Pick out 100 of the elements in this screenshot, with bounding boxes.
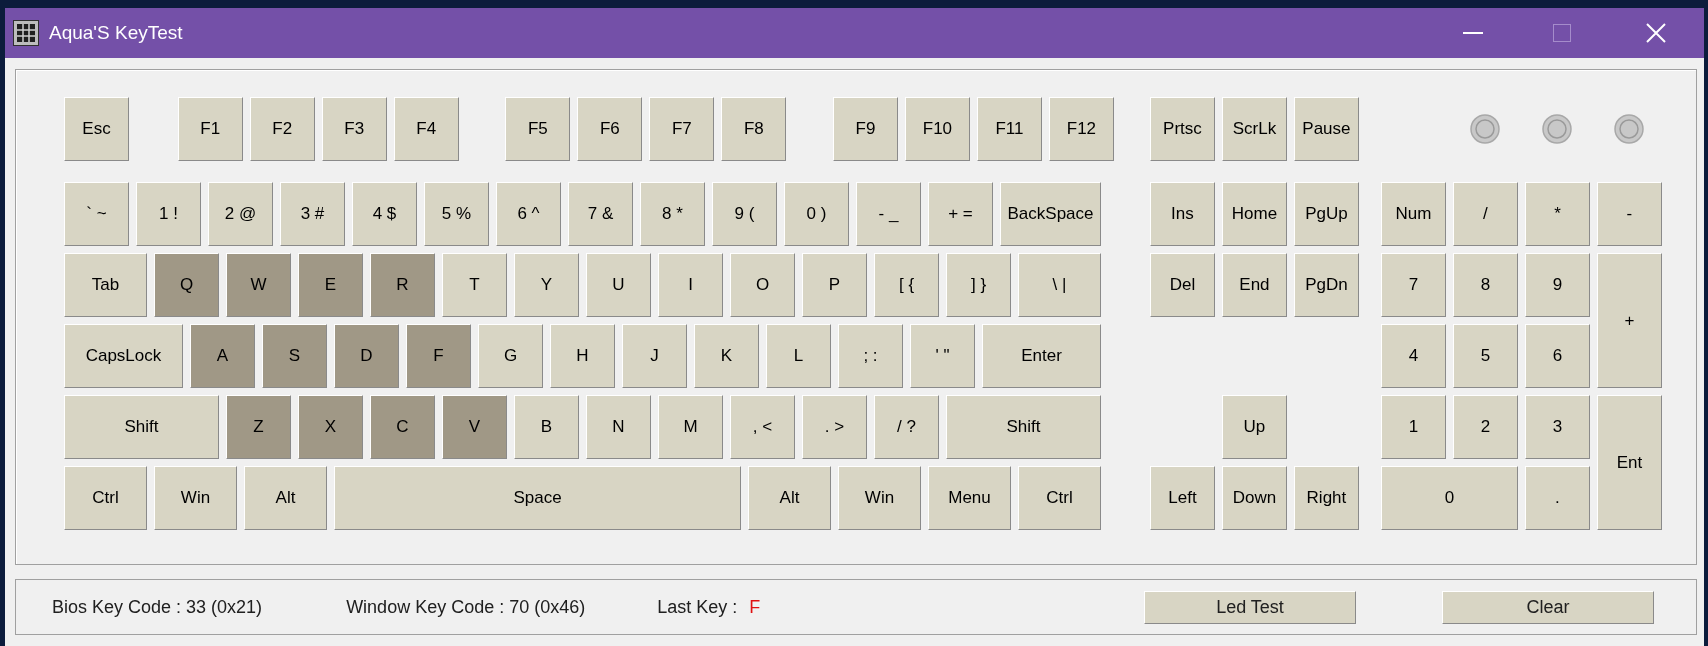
keyboard-key[interactable]: PgUp bbox=[1293, 182, 1359, 246]
keyboard-key[interactable]: F5 bbox=[505, 97, 571, 161]
keyboard-key[interactable]: Q bbox=[154, 253, 219, 317]
keyboard-key[interactable]: 9 bbox=[1524, 253, 1590, 317]
keyboard-key[interactable]: 1 ! bbox=[136, 182, 201, 246]
keyboard-key[interactable]: 4 bbox=[1380, 324, 1446, 388]
keyboard-key[interactable]: R bbox=[370, 253, 435, 317]
keyboard-key[interactable]: Alt bbox=[244, 466, 327, 530]
keyboard-key[interactable]: 0 ) bbox=[784, 182, 849, 246]
keyboard-key[interactable]: PgDn bbox=[1293, 253, 1359, 317]
keyboard-key[interactable]: H bbox=[550, 324, 615, 388]
keyboard-key[interactable]: End bbox=[1221, 253, 1287, 317]
keyboard-key[interactable]: ScrLk bbox=[1221, 97, 1287, 161]
keyboard-key[interactable]: Alt bbox=[748, 466, 831, 530]
keyboard-key[interactable]: Right bbox=[1293, 466, 1359, 530]
keyboard-key[interactable]: CapsLock bbox=[64, 324, 183, 388]
keyboard-key[interactable]: . bbox=[1524, 466, 1590, 530]
keyboard-key[interactable]: 7 & bbox=[568, 182, 633, 246]
keyboard-key[interactable]: Left bbox=[1149, 466, 1215, 530]
keyboard-key[interactable]: N bbox=[586, 395, 651, 459]
keyboard-key[interactable]: F7 bbox=[649, 97, 715, 161]
keyboard-key[interactable]: 2 bbox=[1452, 395, 1518, 459]
keyboard-key[interactable]: Pause bbox=[1293, 97, 1359, 161]
keyboard-key[interactable]: B bbox=[514, 395, 579, 459]
keyboard-key[interactable]: 4 $ bbox=[352, 182, 417, 246]
keyboard-key[interactable]: Menu bbox=[928, 466, 1011, 530]
keyboard-key[interactable]: - bbox=[1596, 182, 1662, 246]
keyboard-key[interactable]: F12 bbox=[1048, 97, 1114, 161]
keyboard-key[interactable]: F6 bbox=[577, 97, 643, 161]
keyboard-key[interactable]: Z bbox=[226, 395, 291, 459]
keyboard-key[interactable]: O bbox=[730, 253, 795, 317]
keyboard-key[interactable]: F2 bbox=[249, 97, 315, 161]
keyboard-key[interactable]: F1 bbox=[177, 97, 243, 161]
keyboard-key[interactable]: * bbox=[1524, 182, 1590, 246]
keyboard-key[interactable]: F9 bbox=[832, 97, 898, 161]
keyboard-key[interactable]: Win bbox=[154, 466, 237, 530]
keyboard-key[interactable]: Enter bbox=[982, 324, 1101, 388]
keyboard-key[interactable]: + bbox=[1596, 253, 1662, 388]
led-test-button[interactable]: Led Test bbox=[1144, 590, 1356, 624]
keyboard-key[interactable]: Esc bbox=[64, 97, 129, 161]
keyboard-key[interactable]: Ins bbox=[1149, 182, 1215, 246]
keyboard-key[interactable]: ; : bbox=[838, 324, 903, 388]
keyboard-key[interactable]: C bbox=[370, 395, 435, 459]
keyboard-key[interactable]: I bbox=[658, 253, 723, 317]
keyboard-key[interactable]: / bbox=[1452, 182, 1518, 246]
keyboard-key[interactable]: ` ~ bbox=[64, 182, 129, 246]
keyboard-key[interactable]: Up bbox=[1221, 395, 1287, 459]
keyboard-key[interactable]: 8 * bbox=[640, 182, 705, 246]
keyboard-key[interactable]: D bbox=[334, 324, 399, 388]
keyboard-key[interactable]: Shift bbox=[946, 395, 1101, 459]
keyboard-key[interactable]: 8 bbox=[1452, 253, 1518, 317]
keyboard-key[interactable]: 9 ( bbox=[712, 182, 777, 246]
keyboard-key[interactable]: 2 @ bbox=[208, 182, 273, 246]
keyboard-key[interactable]: 6 bbox=[1524, 324, 1590, 388]
keyboard-key[interactable]: Down bbox=[1221, 466, 1287, 530]
keyboard-key[interactable]: 3 # bbox=[280, 182, 345, 246]
keyboard-key[interactable]: Ent bbox=[1596, 395, 1662, 530]
keyboard-key[interactable]: G bbox=[478, 324, 543, 388]
keyboard-key[interactable]: U bbox=[586, 253, 651, 317]
keyboard-key[interactable]: P bbox=[802, 253, 867, 317]
keyboard-key[interactable]: L bbox=[766, 324, 831, 388]
keyboard-key[interactable]: 5 % bbox=[424, 182, 489, 246]
keyboard-key[interactable]: V bbox=[442, 395, 507, 459]
keyboard-key[interactable]: Home bbox=[1221, 182, 1287, 246]
keyboard-key[interactable]: Shift bbox=[64, 395, 219, 459]
keyboard-key[interactable]: 6 ^ bbox=[496, 182, 561, 246]
close-icon[interactable] bbox=[1646, 23, 1666, 43]
keyboard-key[interactable]: Tab bbox=[64, 253, 147, 317]
keyboard-key[interactable]: K bbox=[694, 324, 759, 388]
keyboard-key[interactable]: Ctrl bbox=[1018, 466, 1101, 530]
keyboard-key[interactable]: 5 bbox=[1452, 324, 1518, 388]
keyboard-key[interactable]: , < bbox=[730, 395, 795, 459]
keyboard-key[interactable]: J bbox=[622, 324, 687, 388]
keyboard-key[interactable]: Del bbox=[1149, 253, 1215, 317]
keyboard-key[interactable]: Win bbox=[838, 466, 921, 530]
keyboard-key[interactable]: 1 bbox=[1380, 395, 1446, 459]
keyboard-key[interactable]: 3 bbox=[1524, 395, 1590, 459]
clear-button[interactable]: Clear bbox=[1442, 590, 1654, 624]
keyboard-key[interactable]: Ctrl bbox=[64, 466, 147, 530]
keyboard-key[interactable]: Y bbox=[514, 253, 579, 317]
keyboard-key[interactable]: \ | bbox=[1018, 253, 1101, 317]
keyboard-key[interactable]: / ? bbox=[874, 395, 939, 459]
keyboard-key[interactable]: ] } bbox=[946, 253, 1011, 317]
keyboard-key[interactable]: Num bbox=[1380, 182, 1446, 246]
keyboard-key[interactable]: [ { bbox=[874, 253, 939, 317]
keyboard-key[interactable]: Space bbox=[334, 466, 741, 530]
keyboard-key[interactable]: F bbox=[406, 324, 471, 388]
keyboard-key[interactable]: . > bbox=[802, 395, 867, 459]
maximize-icon[interactable] bbox=[1553, 24, 1571, 42]
keyboard-key[interactable]: M bbox=[658, 395, 723, 459]
keyboard-key[interactable]: - _ bbox=[856, 182, 921, 246]
keyboard-key[interactable]: T bbox=[442, 253, 507, 317]
keyboard-key[interactable]: X bbox=[298, 395, 363, 459]
keyboard-key[interactable]: S bbox=[262, 324, 327, 388]
keyboard-key[interactable]: Prtsc bbox=[1149, 97, 1215, 161]
keyboard-key[interactable]: A bbox=[190, 324, 255, 388]
keyboard-key[interactable]: F3 bbox=[321, 97, 387, 161]
keyboard-key[interactable]: + = bbox=[928, 182, 993, 246]
keyboard-key[interactable]: ' " bbox=[910, 324, 975, 388]
keyboard-key[interactable]: E bbox=[298, 253, 363, 317]
